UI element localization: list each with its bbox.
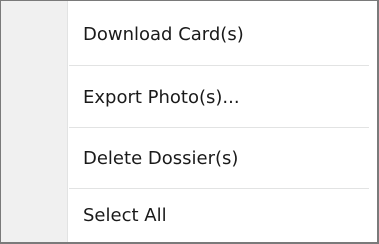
icon-gutter <box>1 1 67 242</box>
menu-item-label: Export Photo(s)... <box>83 86 240 108</box>
menu-item-export-photos[interactable]: Export Photo(s)... <box>69 67 369 127</box>
menu-item-select-all[interactable]: Select All <box>69 187 369 243</box>
menu-item-label: Download Card(s) <box>83 23 244 45</box>
menu-item-label: Select All <box>83 204 167 226</box>
menu-item-download-cards[interactable]: Download Card(s) <box>69 4 369 64</box>
context-menu: Download Card(s) Export Photo(s)... Dele… <box>0 0 379 244</box>
menu-separator <box>69 65 369 67</box>
menu-item-label: Delete Dossier(s) <box>83 147 239 169</box>
gutter-divider <box>67 1 68 242</box>
menu-item-delete-dossiers[interactable]: Delete Dossier(s) <box>69 128 369 188</box>
